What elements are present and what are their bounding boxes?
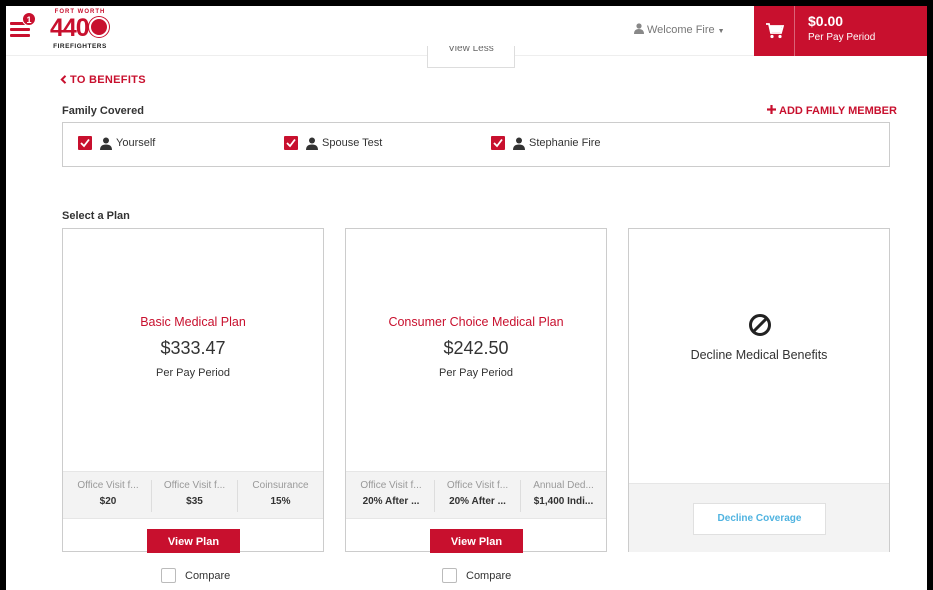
back-to-benefits-link[interactable]: TO BENEFITS — [60, 74, 146, 86]
member-checkbox[interactable] — [284, 136, 298, 150]
stat-value: $20 — [99, 496, 117, 507]
stat-value: 15% — [270, 496, 291, 507]
view-less-label: View Less — [448, 46, 494, 54]
logo-bottom-text: FIREFIGHTERS — [53, 43, 107, 50]
checkmark-icon — [286, 138, 296, 148]
plan-stat: Annual Ded... $1,400 Indi... — [520, 480, 606, 512]
stat-label: Coinsurance — [252, 480, 309, 491]
menu-bar-line — [10, 34, 30, 37]
decline-title: Decline Medical Benefits — [690, 348, 828, 362]
family-covered-list: Yourself Spouse Test Stephanie Fire — [62, 122, 890, 167]
fort-worth-440-logo[interactable]: FORT WORTH 440 FIREFIGHTERS — [48, 9, 112, 51]
family-covered-title: Family Covered — [62, 105, 144, 117]
stat-value: 20% After ... — [362, 496, 420, 507]
plan-card-consumer-choice: Consumer Choice Medical Plan $242.50 Per… — [345, 228, 607, 553]
view-plan-button[interactable]: View Plan — [430, 529, 523, 553]
member-checkbox[interactable] — [78, 136, 92, 150]
person-icon — [513, 137, 525, 150]
person-icon — [306, 137, 318, 150]
stat-label: Annual Ded... — [533, 480, 594, 491]
plan-stat: Office Visit f... 20% After ... — [434, 480, 520, 512]
add-family-member-button[interactable]: ADD FAMILY MEMBER — [767, 105, 897, 117]
member-name: Yourself — [116, 137, 156, 149]
stat-label: Office Visit f... — [446, 480, 509, 491]
stat-value: $35 — [186, 496, 203, 507]
checkmark-icon — [80, 138, 90, 148]
back-link-label: TO BENEFITS — [70, 74, 146, 86]
plan-name: Basic Medical Plan — [140, 315, 246, 329]
plan-period: Per Pay Period — [439, 367, 513, 379]
user-menu-dropdown[interactable]: Welcome Fire ▼ — [634, 23, 725, 36]
decline-footer: Decline Coverage — [629, 483, 889, 552]
plan-stats: Office Visit f... $20 Office Visit f... … — [63, 471, 323, 519]
plan-price: $242.50 — [443, 338, 509, 358]
view-plan-button[interactable]: View Plan — [147, 529, 240, 553]
welcome-text: Welcome Fire — [647, 24, 715, 36]
checkmark-icon — [493, 138, 503, 148]
cart-subtitle: Per Pay Period — [808, 32, 876, 43]
decline-coverage-card: Decline Medical Benefits Decline Coverag… — [628, 228, 890, 552]
add-family-member-label: ADD FAMILY MEMBER — [779, 105, 897, 117]
compare-label: Compare — [185, 570, 231, 582]
menu-bar-line — [10, 28, 30, 31]
compare-checkbox[interactable] — [442, 568, 457, 583]
cart-divider — [794, 6, 795, 56]
chevron-down-icon: ▼ — [717, 28, 725, 35]
plan-name: Consumer Choice Medical Plan — [388, 315, 564, 329]
plan-card-basic-medical: Basic Medical Plan $333.47 Per Pay Perio… — [62, 228, 324, 553]
person-icon — [100, 137, 112, 150]
stat-label: Office Visit f... — [163, 480, 226, 491]
cart-button[interactable]: $0.00 Per Pay Period — [754, 6, 927, 56]
decline-coverage-button[interactable]: Decline Coverage — [693, 503, 826, 535]
member-checkbox[interactable] — [491, 136, 505, 150]
plan-stat: Coinsurance 15% — [237, 480, 323, 512]
plan-period: Per Pay Period — [156, 367, 230, 379]
plan-stat: Office Visit f... 20% After ... — [348, 480, 434, 512]
plan-stat: Office Visit f... $35 — [151, 480, 237, 512]
notification-badge: 1 — [22, 12, 36, 26]
user-icon — [634, 23, 644, 34]
maltese-cross-icon — [89, 17, 109, 37]
plan-stats: Office Visit f... 20% After ... Office V… — [346, 471, 606, 519]
member-name: Stephanie Fire — [529, 137, 601, 149]
select-plan-title: Select a Plan — [62, 210, 130, 222]
stat-label: Office Visit f... — [360, 480, 422, 491]
view-less-tab[interactable]: View Less — [427, 46, 515, 68]
stat-value: $1,400 Indi... — [533, 496, 594, 507]
plan-stat: Office Visit f... $20 — [65, 480, 151, 512]
stat-label: Office Visit f... — [77, 480, 139, 491]
ban-icon — [749, 314, 771, 336]
compare-label: Compare — [466, 570, 512, 582]
plan-price: $333.47 — [160, 338, 226, 358]
plus-icon — [767, 105, 776, 114]
stat-value: 20% After ... — [449, 496, 506, 507]
member-name: Spouse Test — [322, 137, 383, 149]
compare-checkbox[interactable] — [161, 568, 176, 583]
cart-total: $0.00 — [808, 13, 844, 29]
chevron-left-icon — [60, 75, 67, 84]
shopping-cart-icon — [766, 23, 784, 39]
app-frame: 1 FORT WORTH 440 FIREFIGHTERS Welcome Fi… — [6, 6, 927, 590]
